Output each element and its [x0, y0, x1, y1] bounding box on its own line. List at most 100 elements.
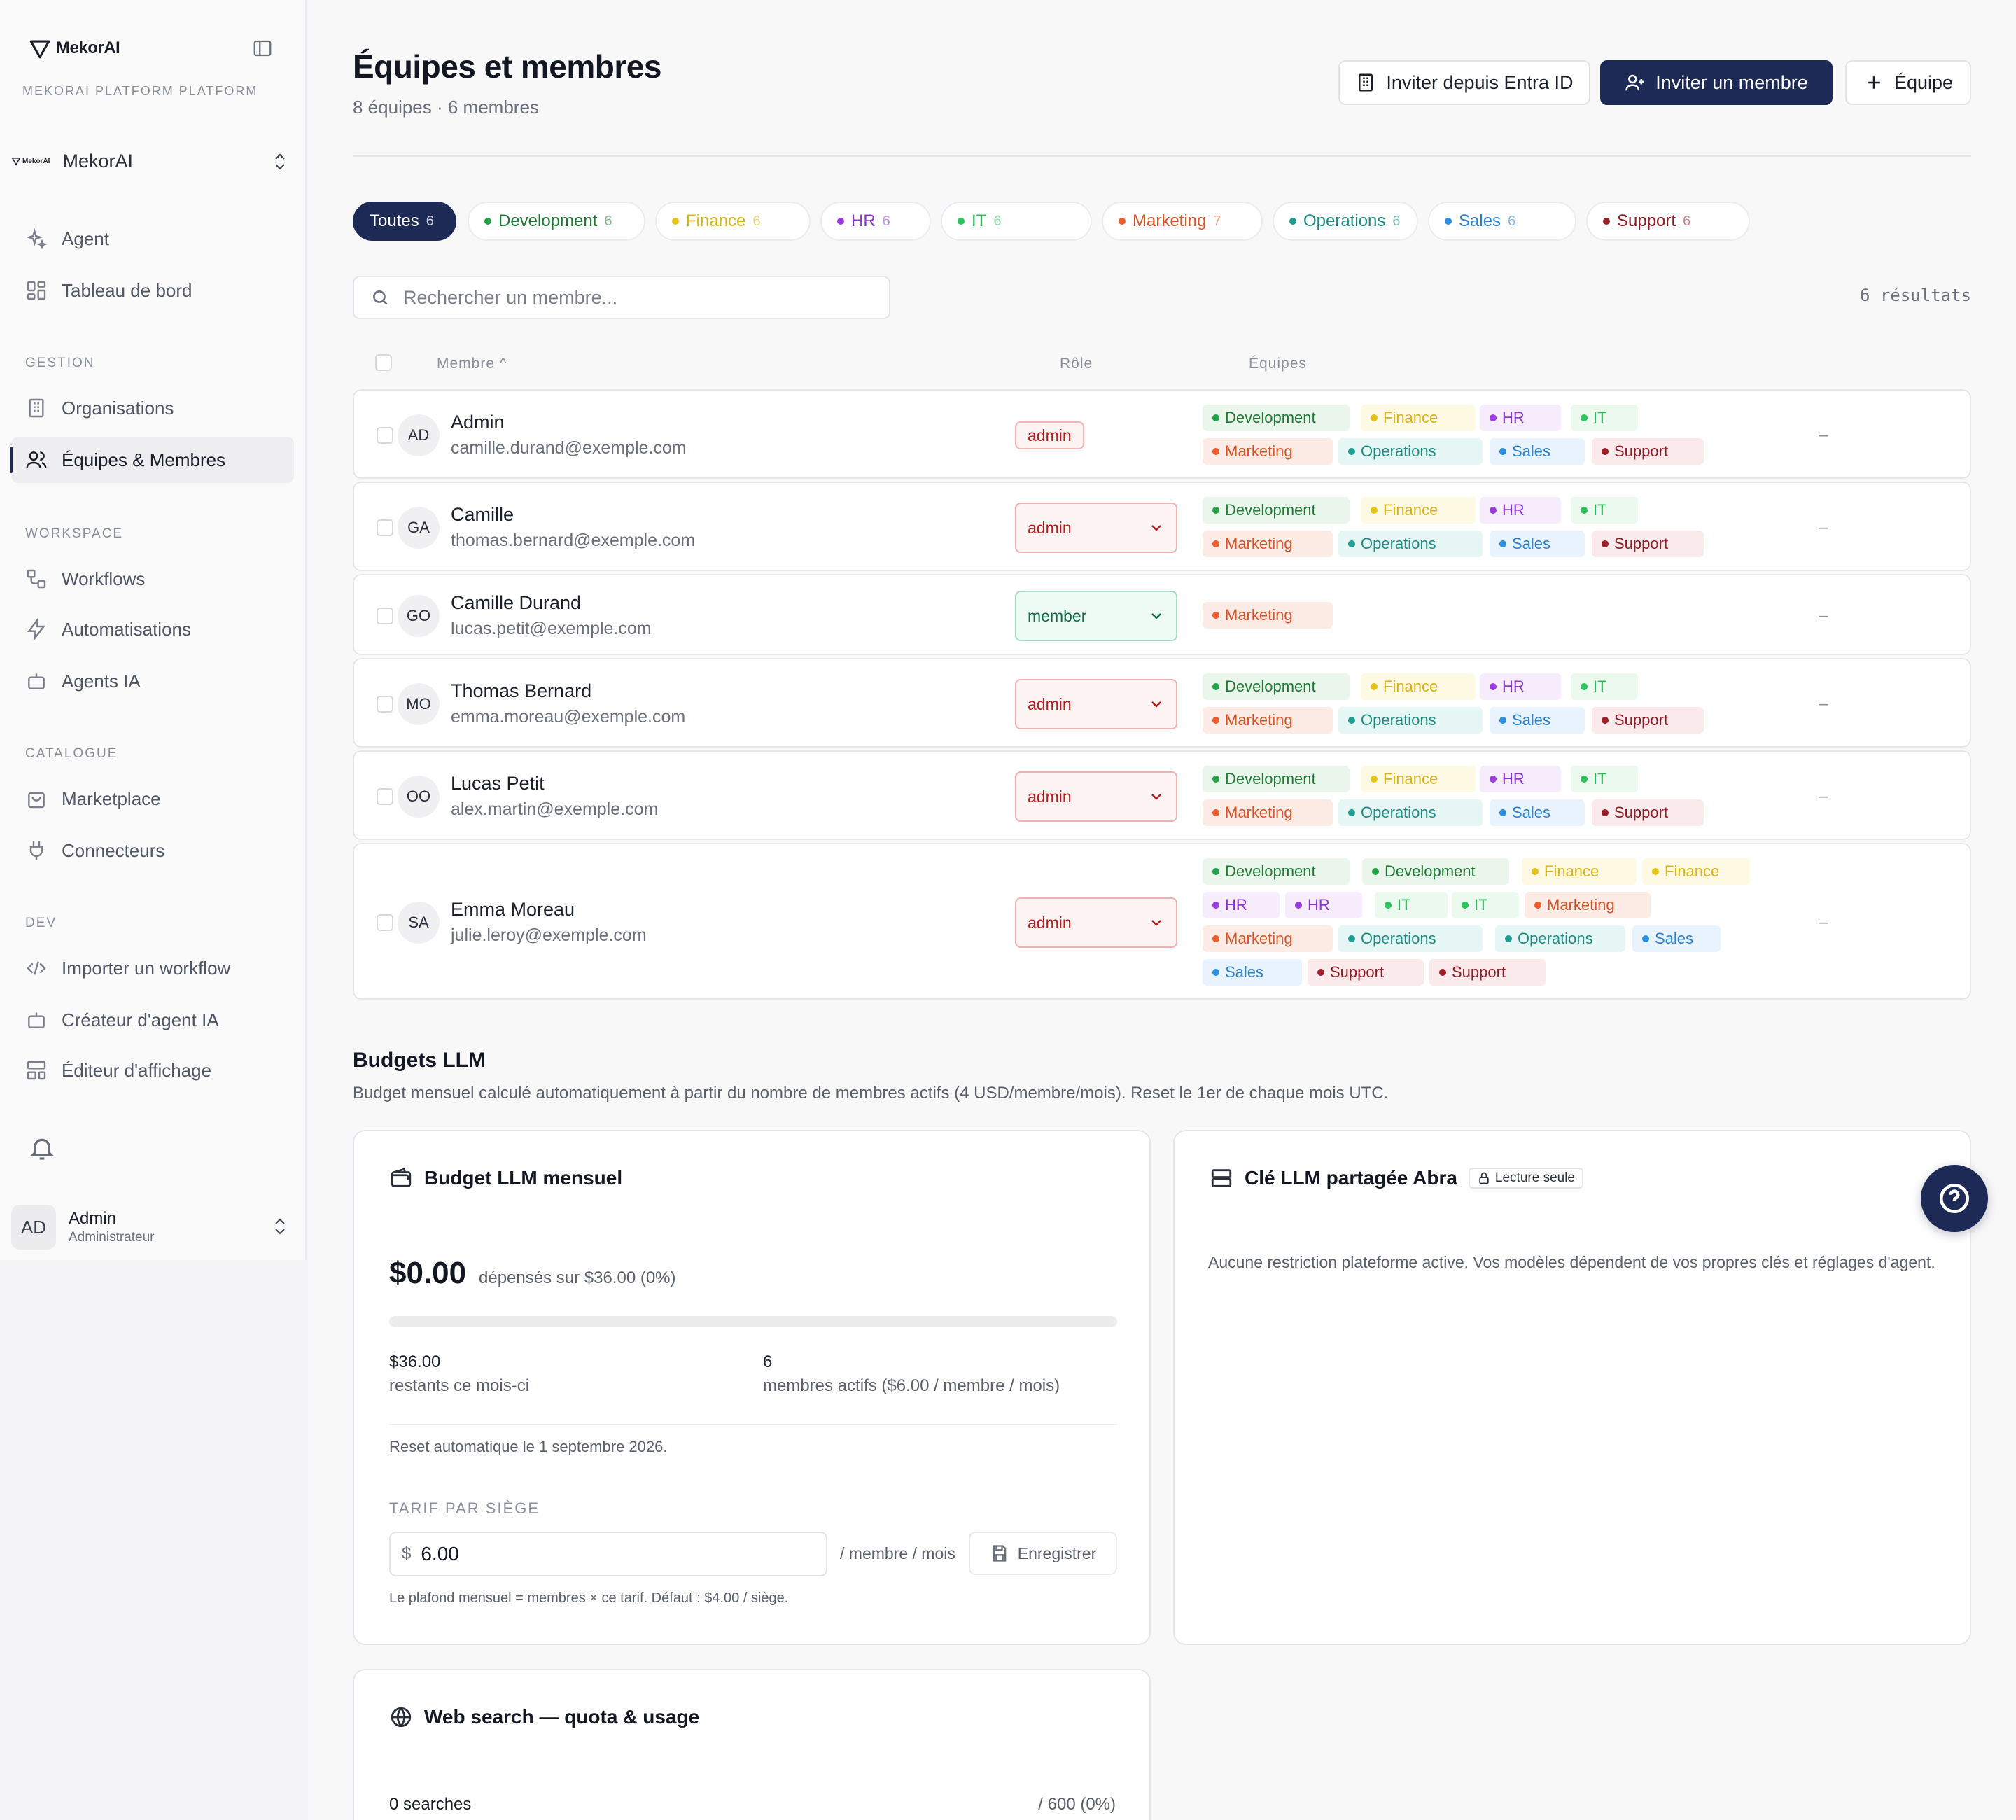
row-actions[interactable]: –	[1819, 787, 1828, 806]
team-tag-support: Support	[1592, 438, 1704, 465]
avatar: AD	[398, 414, 440, 456]
tag-label: Sales	[1512, 535, 1551, 552]
filter-chip-support[interactable]: Support 6	[1586, 202, 1750, 241]
invite-entra-button[interactable]: Inviter depuis Entra ID	[1338, 60, 1590, 105]
sidebar-toggle-icon[interactable]	[252, 38, 273, 59]
table-row[interactable]: AD Admin camille.durand@exemple.com admin De…	[353, 389, 1971, 479]
tag-label: Finance	[1383, 409, 1438, 426]
chip-label: Support	[1617, 211, 1676, 230]
row-checkbox[interactable]	[377, 519, 393, 536]
nav-marketplace[interactable]: Marketplace	[11, 776, 294, 822]
layout-icon	[27, 1060, 46, 1080]
avatar: MO	[398, 683, 440, 725]
avatar: GO	[398, 595, 440, 637]
row-actions[interactable]: –	[1819, 426, 1828, 445]
wallet-icon	[391, 1168, 412, 1187]
select-all-checkbox[interactable]	[375, 354, 392, 371]
table-row[interactable]: MO Thomas Bernard emma.moreau@exemple.com a…	[353, 658, 1971, 748]
nav-display-editor[interactable]: Éditeur d'affichage	[11, 1047, 294, 1093]
tag-label: Support	[1452, 963, 1506, 981]
code-icon	[27, 961, 46, 975]
row-checkbox[interactable]	[377, 608, 393, 624]
filter-chip-marketing[interactable]: Marketing 7	[1102, 202, 1263, 241]
org-switcher[interactable]: MekorAI MekorAI	[11, 144, 294, 178]
brand-logo[interactable]: MekorAI	[28, 36, 120, 60]
user-role: Administrateur	[69, 1230, 155, 1245]
row-checkbox[interactable]	[377, 696, 393, 713]
nav-workflows[interactable]: Workflows	[11, 556, 294, 602]
color-dot	[1439, 969, 1446, 976]
row-checkbox[interactable]	[377, 914, 393, 931]
color-dot	[1212, 507, 1219, 514]
help-button[interactable]	[1921, 1165, 1988, 1232]
nav-connectors[interactable]: Connecteurs	[11, 827, 294, 874]
role-select[interactable]: admin	[1015, 679, 1177, 729]
color-dot	[1348, 809, 1355, 816]
results-count: 6 résultats	[1860, 286, 1971, 305]
role-select[interactable]: admin	[1015, 897, 1177, 948]
seat-price-field[interactable]: $ 6.00	[389, 1532, 827, 1576]
nav-import-workflow[interactable]: Importer un workflow	[11, 945, 294, 991]
member-search[interactable]	[353, 276, 890, 319]
seat-price-value[interactable]: 6.00	[421, 1543, 459, 1565]
price-note: Le plafond mensuel = membres × ce tarif.…	[389, 1590, 789, 1606]
team-tag-support: Support	[1429, 959, 1546, 986]
nav-organisations[interactable]: Organisations	[11, 385, 294, 431]
table-row[interactable]: SA Emma Moreau julie.leroy@exemple.com admi…	[353, 843, 1971, 1000]
tag-label: Operations	[1518, 930, 1593, 947]
tag-label: Marketing	[1225, 711, 1293, 729]
table-row[interactable]: GO Camille Durand lucas.petit@exemple.com m…	[353, 574, 1971, 655]
nav-agent-builder[interactable]: Créateur d'agent IA	[11, 997, 294, 1043]
team-tag-marketing: Marketing	[1203, 799, 1333, 826]
member-email: thomas.bernard@exemple.com	[451, 531, 696, 550]
filter-chip-sales[interactable]: Sales 6	[1428, 202, 1576, 241]
row-checkbox[interactable]	[377, 788, 393, 805]
nav-automations[interactable]: Automatisations	[11, 606, 294, 652]
role-select[interactable]: member	[1015, 591, 1177, 641]
row-checkbox[interactable]	[377, 427, 393, 444]
search-input[interactable]	[403, 286, 823, 309]
user-menu[interactable]: AD Admin Administrateur	[11, 1204, 294, 1250]
invite-member-button[interactable]: Inviter un membre	[1600, 60, 1833, 105]
filter-chip-development[interactable]: Development 6	[468, 202, 645, 241]
team-tag-marketing: Marketing	[1203, 925, 1333, 952]
color-dot	[484, 218, 491, 225]
help-icon	[1939, 1183, 1970, 1214]
bell-icon[interactable]	[28, 1134, 56, 1162]
filter-chip-finance[interactable]: Finance 6	[655, 202, 811, 241]
nav-teams-members[interactable]: Équipes & Membres	[10, 437, 294, 483]
filter-chip-hr[interactable]: HR 6	[820, 202, 931, 241]
nav-agent[interactable]: Agent	[11, 216, 294, 262]
filter-chip-toutes[interactable]: Toutes 6	[353, 202, 456, 241]
tag-label: Support	[1614, 442, 1669, 460]
row-actions[interactable]: –	[1819, 694, 1828, 714]
nav-ai-agents[interactable]: Agents IA	[11, 658, 294, 704]
team-tag-hr: HR	[1285, 892, 1362, 918]
add-team-button[interactable]: Équipe	[1845, 60, 1971, 105]
team-tag-development: Development	[1362, 858, 1509, 885]
nav-label: Marketplace	[62, 788, 161, 809]
avatar: GA	[398, 507, 440, 549]
tag-label: Marketing	[1225, 442, 1293, 460]
row-actions[interactable]: –	[1819, 606, 1828, 626]
color-dot	[1295, 902, 1302, 909]
nav-dashboard[interactable]: Tableau de bord	[11, 267, 294, 314]
filter-chip-operations[interactable]: Operations 6	[1273, 202, 1418, 241]
tag-label: Operations	[1361, 711, 1436, 729]
table-row[interactable]: GA Camille thomas.bernard@exemple.com admin…	[353, 482, 1971, 571]
lock-icon	[1479, 1172, 1489, 1184]
tag-label: Marketing	[1225, 930, 1293, 947]
filter-chip-it[interactable]: IT 6	[941, 202, 1092, 241]
sidebar: MekorAI MEKORAI PLATFORM PLATFORM MekorA…	[0, 0, 307, 1260]
save-button[interactable]: Enregistrer	[969, 1532, 1117, 1575]
spent-label: dépensés sur $36.00 (0%)	[479, 1268, 676, 1287]
role-select[interactable]: admin	[1015, 771, 1177, 822]
table-row[interactable]: OO Lucas Petit alex.martin@exemple.com admi…	[353, 750, 1971, 840]
column-member[interactable]: Membre ^	[437, 356, 507, 372]
section-gestion: GESTION	[25, 356, 95, 370]
color-dot	[1212, 448, 1219, 455]
row-actions[interactable]: –	[1819, 518, 1828, 538]
tag-label: Development	[1225, 678, 1316, 695]
role-select[interactable]: admin	[1015, 503, 1177, 553]
row-actions[interactable]: –	[1819, 913, 1828, 932]
